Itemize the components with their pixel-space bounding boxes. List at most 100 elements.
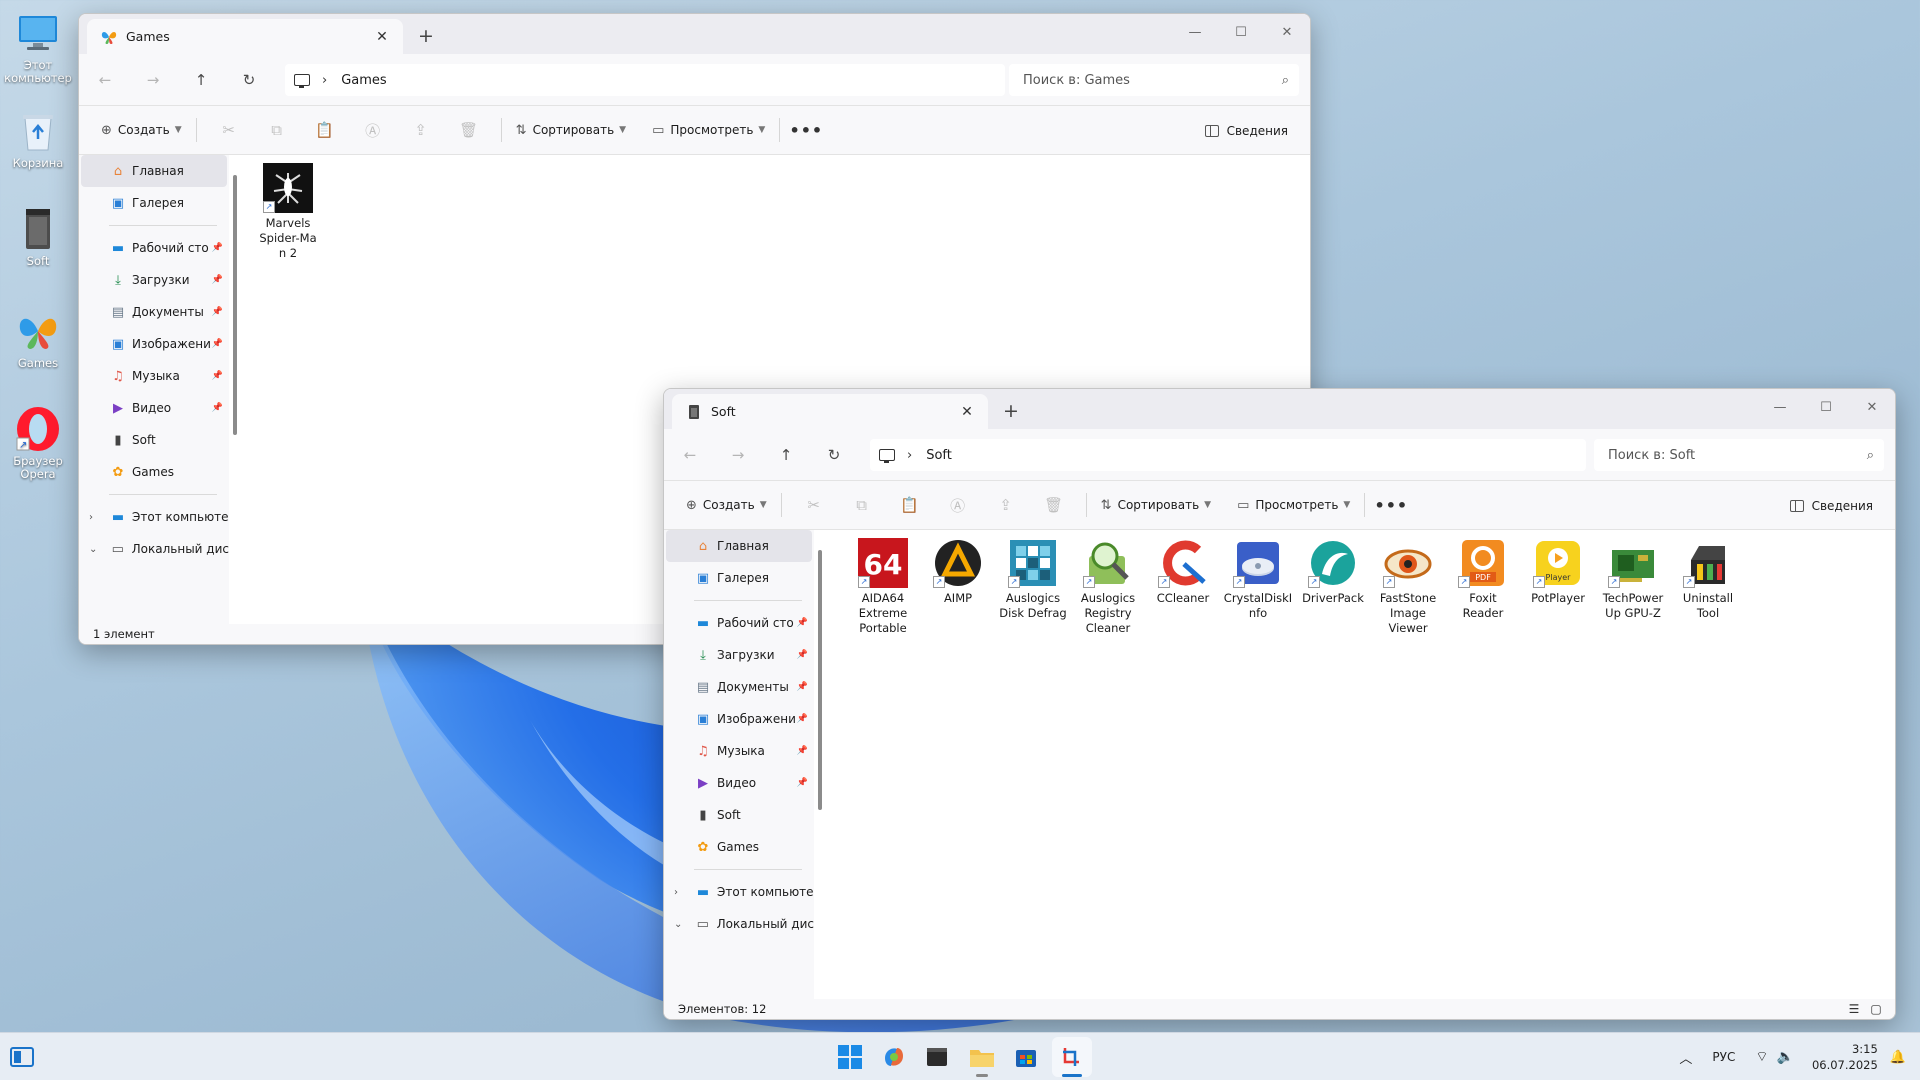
paste-icon[interactable]: 📋 [301, 114, 349, 146]
file-item-aimp[interactable]: ↗ AIMP [921, 538, 995, 606]
copy-icon[interactable]: ⧉ [253, 114, 301, 146]
minimize-button[interactable]: — [1172, 14, 1218, 50]
pin-icon[interactable]: 📌 [212, 275, 223, 285]
chevron-right-icon[interactable]: › [322, 73, 327, 88]
file-item-auslogics-registry-cleaner[interactable]: ↗ Auslogics Registry Cleaner [1071, 538, 1145, 636]
desktop-icon-opera[interactable]: ↗ Браузер Opera [4, 406, 72, 481]
nav-item-downloads[interactable]: ⤓ Загрузки 📌 [664, 639, 814, 671]
pin-icon[interactable]: 📌 [797, 682, 808, 692]
file-explorer-button[interactable] [962, 1037, 1002, 1077]
new-tab-button[interactable]: + [1000, 400, 1022, 422]
store-button[interactable] [1006, 1037, 1046, 1077]
delete-icon[interactable]: 🗑 [1030, 489, 1078, 521]
minimize-button[interactable]: — [1757, 389, 1803, 425]
file-item-crystaldiskinfo[interactable]: ↗ CrystalDiskI nfo [1221, 538, 1295, 621]
details-button[interactable]: Сведения [1204, 115, 1288, 147]
view-button[interactable]: ▭ Просмотреть ▼ [1231, 489, 1356, 521]
desktop-icon-games[interactable]: Games [4, 308, 72, 370]
pin-icon[interactable]: 📌 [212, 371, 223, 381]
chevron-down-icon[interactable]: ⌄ [89, 544, 97, 555]
close-tab-icon[interactable]: ✕ [956, 404, 978, 420]
breadcrumb-item[interactable]: Games [341, 73, 386, 88]
pin-icon[interactable]: 📌 [797, 650, 808, 660]
maximize-button[interactable]: ☐ [1218, 14, 1264, 50]
widgets-button[interactable] [2, 1037, 42, 1077]
wifi-icon[interactable]: ⌔ [1755, 1048, 1768, 1066]
nav-item-this-pc[interactable]: › ▬ Этот компьюте [79, 501, 229, 533]
more-options-icon[interactable]: ••• [788, 121, 824, 140]
clock[interactable]: 3:15 06.07.2025 [1812, 1041, 1878, 1073]
paste-icon[interactable]: 📋 [886, 489, 934, 521]
more-options-icon[interactable]: ••• [1373, 496, 1409, 515]
volume-icon[interactable]: 🔈 [1777, 1049, 1794, 1065]
file-item-auslogics-disk-defrag[interactable]: ↗ Auslogics Disk Defrag [996, 538, 1070, 621]
cut-icon[interactable]: ✂ [790, 489, 838, 521]
pin-icon[interactable]: 📌 [797, 778, 808, 788]
cut-icon[interactable]: ✂ [205, 114, 253, 146]
close-tab-icon[interactable]: ✕ [371, 29, 393, 45]
delete-icon[interactable]: 🗑 [445, 114, 493, 146]
forward-arrow-icon[interactable]: → [724, 442, 752, 468]
scrollbar-thumb[interactable] [233, 175, 237, 435]
nav-item-soft[interactable]: ▮ Soft [664, 799, 814, 831]
show-hidden-icons-chevron-icon[interactable]: ︿ [1679, 1048, 1692, 1067]
up-arrow-icon[interactable]: ↑ [772, 442, 800, 468]
copilot-button[interactable] [874, 1037, 914, 1077]
file-item-ccleaner[interactable]: ↗ CCleaner [1146, 538, 1220, 606]
pin-icon[interactable]: 📌 [797, 618, 808, 628]
file-item-spiderman[interactable]: ↗ Marvels Spider-Ma n 2 [251, 163, 325, 261]
breadcrumb-item[interactable]: Soft [926, 448, 952, 463]
nav-item-music[interactable]: ♫ Музыка 📌 [664, 735, 814, 767]
nav-item-downloads[interactable]: ⤓ Загрузки 📌 [79, 264, 229, 296]
nav-item-games[interactable]: ✿ Games [664, 831, 814, 863]
nav-scrollbar[interactable] [814, 530, 834, 999]
nav-item-gallery[interactable]: ▣ Галерея [79, 187, 229, 219]
up-arrow-icon[interactable]: ↑ [187, 67, 215, 93]
share-icon[interactable]: ⇪ [397, 114, 445, 146]
terminal-button[interactable] [917, 1037, 957, 1077]
create-button[interactable]: ⊕ Создать ▼ [680, 489, 773, 521]
tab-soft[interactable]: Soft ✕ [672, 394, 988, 429]
nav-item-pictures[interactable]: ▣ Изображени 📌 [664, 703, 814, 735]
new-tab-button[interactable]: + [415, 25, 437, 47]
chevron-right-icon[interactable]: › [674, 887, 678, 898]
desktop-icon-recycle-bin[interactable]: Корзина [4, 108, 72, 170]
nav-item-desktop[interactable]: ▬ Рабочий сто 📌 [79, 232, 229, 264]
nav-item-documents[interactable]: ▤ Документы 📌 [664, 671, 814, 703]
forward-arrow-icon[interactable]: → [139, 67, 167, 93]
snipping-tool-button[interactable] [1052, 1037, 1092, 1077]
chevron-down-icon[interactable]: ⌄ [674, 919, 682, 930]
nav-item-videos[interactable]: ▶ Видео 📌 [664, 767, 814, 799]
large-icons-view-icon[interactable]: ▢ [1867, 1001, 1885, 1017]
file-item-potplayer[interactable]: Player ↗ PotPlayer [1521, 538, 1595, 606]
desktop-icon-soft[interactable]: Soft [4, 206, 72, 268]
breadcrumb[interactable]: › Games [285, 64, 1005, 96]
rename-icon[interactable]: Ⓐ [934, 489, 982, 521]
desktop-icon-this-pc[interactable]: Этот компьютер [4, 10, 72, 85]
chevron-right-icon[interactable]: › [907, 448, 912, 463]
nav-item-home[interactable]: ⌂ Главная [666, 530, 812, 562]
chevron-right-icon[interactable]: › [89, 512, 93, 523]
nav-item-desktop[interactable]: ▬ Рабочий сто 📌 [664, 607, 814, 639]
nav-item-local-disk[interactable]: ⌄ ▭ Локальный дис [79, 533, 229, 565]
tab-games[interactable]: Games ✕ [87, 19, 403, 54]
nav-item-soft[interactable]: ▮ Soft [79, 424, 229, 456]
file-item-foxit[interactable]: PDF ↗ Foxit Reader [1446, 538, 1520, 621]
nav-item-local-disk[interactable]: ⌄ ▭ Локальный дис [664, 908, 814, 940]
view-button[interactable]: ▭ Просмотреть ▼ [646, 114, 771, 146]
nav-item-music[interactable]: ♫ Музыка 📌 [79, 360, 229, 392]
pin-icon[interactable]: 📌 [212, 403, 223, 413]
back-arrow-icon[interactable]: ← [676, 442, 704, 468]
notification-bell-icon[interactable]: 🔔 [1890, 1050, 1906, 1065]
start-button[interactable] [830, 1037, 870, 1077]
nav-item-home[interactable]: ⌂ Главная [81, 155, 227, 187]
search-box[interactable]: Поиск в: Games ⌕ [1009, 64, 1299, 96]
nav-item-documents[interactable]: ▤ Документы 📌 [79, 296, 229, 328]
file-item-driverpack[interactable]: ↗ DriverPack [1296, 538, 1370, 606]
file-item-uninstall-tool[interactable]: ↗ Uninstall Tool [1671, 538, 1745, 621]
pin-icon[interactable]: 📌 [212, 307, 223, 317]
nav-item-pictures[interactable]: ▣ Изображени 📌 [79, 328, 229, 360]
breadcrumb[interactable]: › Soft [870, 439, 1586, 471]
rename-icon[interactable]: Ⓐ [349, 114, 397, 146]
details-button[interactable]: Сведения [1789, 490, 1873, 522]
